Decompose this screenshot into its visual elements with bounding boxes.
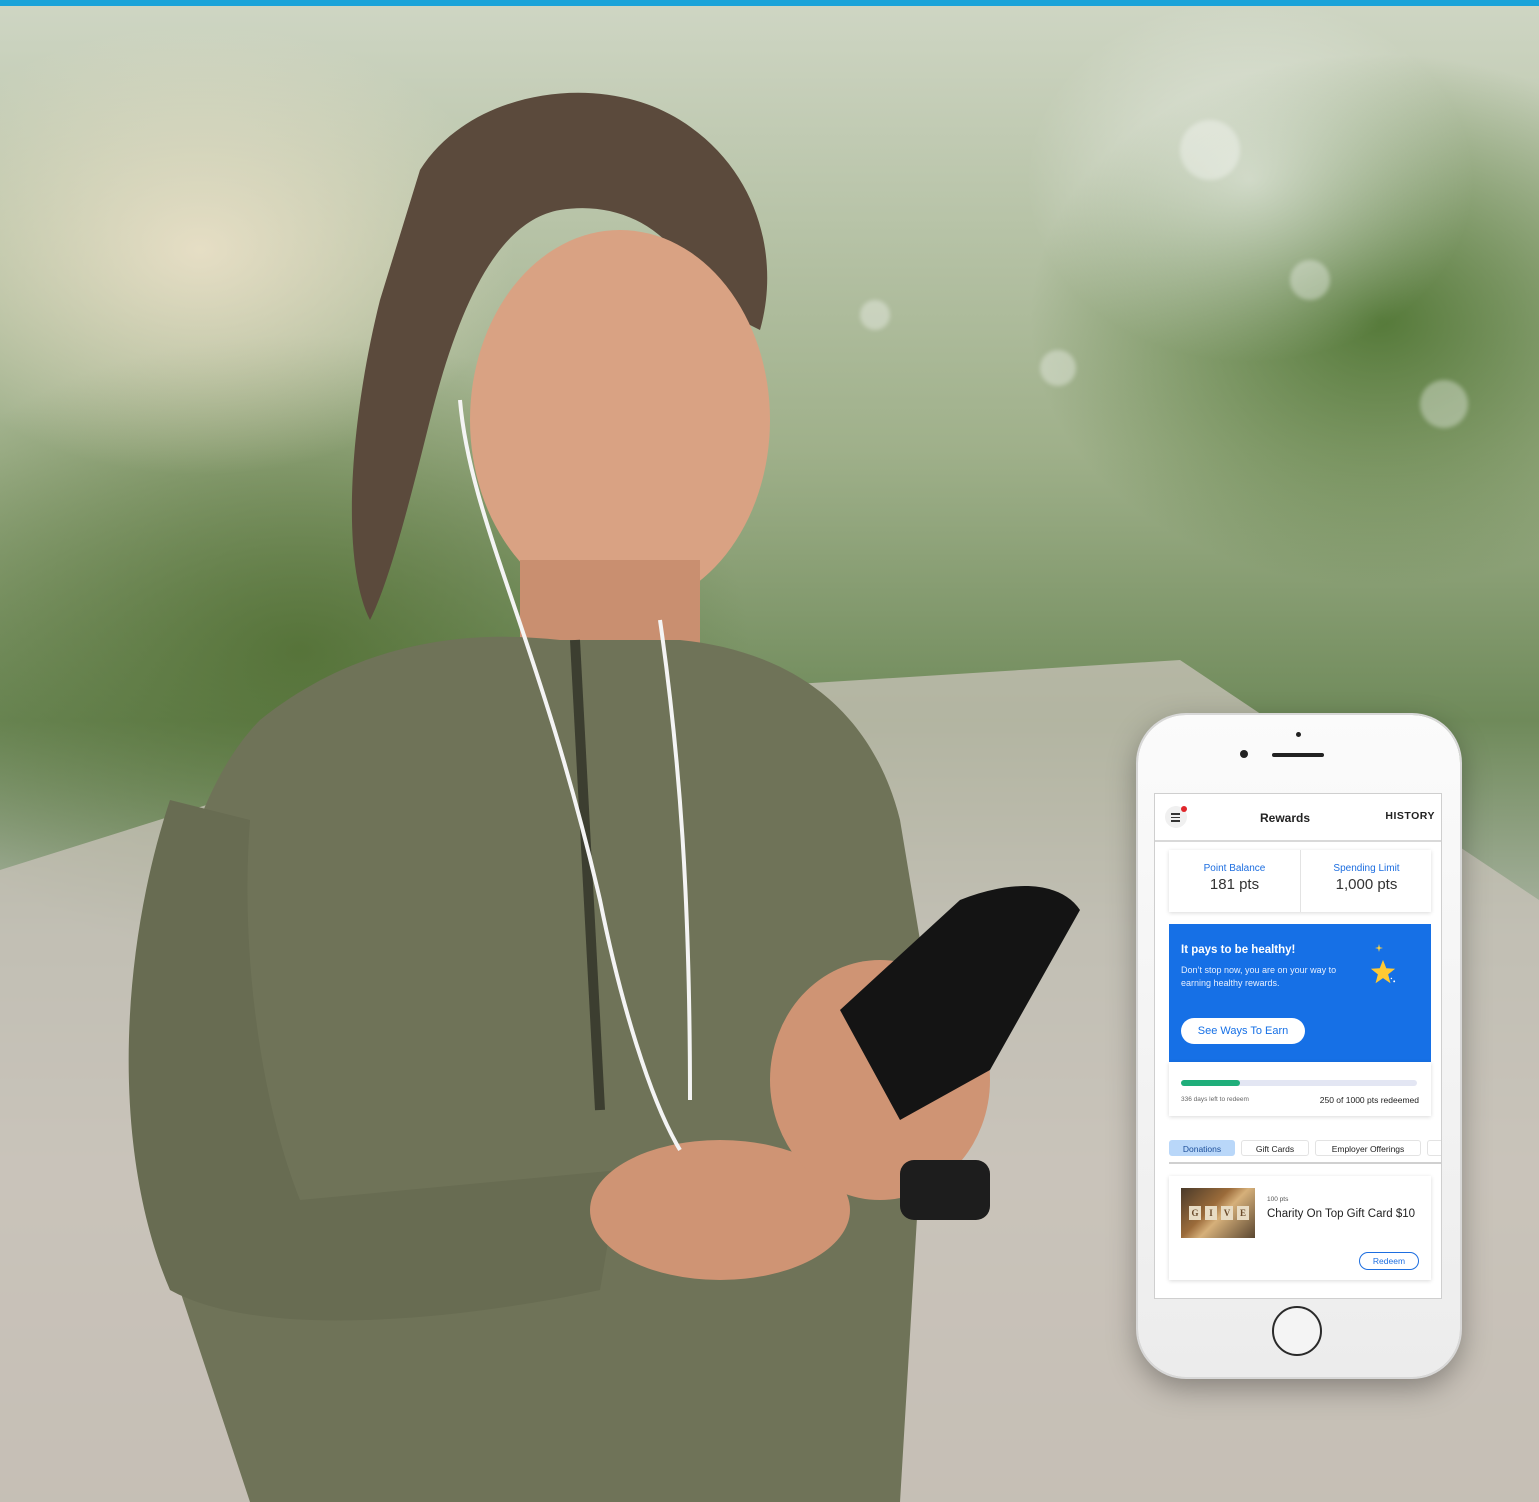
- reward-points: 100 pts: [1267, 1196, 1289, 1203]
- progress-bar: [1181, 1080, 1417, 1086]
- hero-photo: Rewards HISTORY Point Balance 181 pts Sp…: [0, 0, 1539, 1502]
- point-balance-value: 181 pts: [1209, 876, 1260, 893]
- phone-camera: [1240, 750, 1248, 758]
- redemption-progress-card: 336 days left to redeem 250 of 1000 pts …: [1169, 1062, 1431, 1116]
- point-balance-label: Point Balance: [1203, 863, 1266, 874]
- reward-title: Charity On Top Gift Card $10: [1267, 1208, 1416, 1220]
- balance-card: Point Balance 181 pts Spending Limit 1,0…: [1169, 850, 1431, 912]
- spending-limit-value: 1,000 pts: [1335, 876, 1398, 893]
- promo-banner: It pays to be healthy! Don’t stop now, y…: [1169, 924, 1431, 1062]
- reward-item-card: G I V E 100 pts Charity On Top Gift Card…: [1169, 1176, 1431, 1280]
- see-ways-to-earn-button[interactable]: See Ways To Earn: [1181, 1018, 1305, 1044]
- days-left-text: 336 days left to redeem: [1181, 1096, 1249, 1103]
- phone-mockup: Rewards HISTORY Point Balance 181 pts Sp…: [1138, 715, 1460, 1377]
- star-icon: [1370, 959, 1396, 984]
- give-letter-tile: I: [1205, 1206, 1217, 1220]
- tab-employer-offerings[interactable]: Employer Offerings: [1315, 1140, 1421, 1156]
- point-balance: Point Balance 181 pts: [1169, 850, 1300, 912]
- page-title: Rewards: [1259, 811, 1311, 825]
- tab-donations[interactable]: Donations: [1169, 1140, 1235, 1156]
- spending-limit-label: Spending Limit: [1333, 863, 1400, 874]
- spending-limit: Spending Limit 1,000 pts: [1300, 850, 1432, 912]
- redeemed-text: 250 of 1000 pts redeemed: [1319, 1095, 1419, 1105]
- sparkle-icon: [1375, 944, 1383, 952]
- progress-bar-fill: [1181, 1080, 1240, 1086]
- phone-speaker: [1272, 753, 1324, 757]
- give-letter-tile: E: [1237, 1206, 1249, 1220]
- app-header: Rewards HISTORY: [1155, 794, 1441, 842]
- app-screen: Rewards HISTORY Point Balance 181 pts Sp…: [1154, 793, 1442, 1299]
- tab-overflow[interactable]: [1427, 1140, 1441, 1156]
- promo-title: It pays to be healthy!: [1181, 944, 1296, 956]
- charity-gift-card-image: G I V E: [1181, 1188, 1255, 1238]
- promo-text: Don’t stop now, you are on your way to e…: [1181, 965, 1337, 988]
- give-letter-tile: G: [1189, 1206, 1201, 1220]
- tab-gift-cards[interactable]: Gift Cards: [1241, 1140, 1309, 1156]
- phone-sensor: [1296, 732, 1301, 737]
- redeem-button[interactable]: Redeem: [1359, 1252, 1419, 1270]
- reward-category-tabs: Donations Gift Cards Employer Offerings: [1169, 1136, 1441, 1164]
- home-button[interactable]: [1272, 1306, 1322, 1356]
- give-letter-tile: V: [1221, 1206, 1233, 1220]
- history-link[interactable]: HISTORY: [1385, 810, 1435, 822]
